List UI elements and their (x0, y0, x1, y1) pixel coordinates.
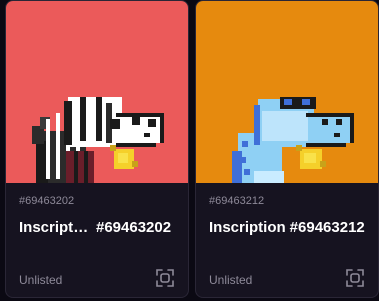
scan-icon (346, 269, 364, 287)
nft-image[interactable] (196, 1, 378, 183)
inscription-id: #69463212 (209, 195, 265, 207)
nft-image[interactable] (6, 1, 188, 183)
listing-status: Unlisted (209, 273, 253, 287)
inscription-id: #69463202 (19, 195, 75, 207)
nft-card[interactable]: #69463212 Inscription #69463212 Unlisted (195, 0, 379, 298)
title-prefix: Inscription (19, 219, 92, 236)
scan-button[interactable] (344, 267, 366, 289)
scan-icon (156, 269, 174, 287)
title-number: #69463202 (96, 219, 172, 236)
title-prefix: Inscription (209, 219, 286, 236)
card-title[interactable]: Inscription #69463212 (209, 219, 371, 236)
pixel-crocodile-art (6, 1, 188, 183)
pixel-crocodile-art (196, 1, 378, 183)
scan-button[interactable] (154, 267, 176, 289)
nft-card[interactable]: #69463202 Inscription #69463202 Unlisted (5, 0, 189, 298)
listing-status: Unlisted (19, 273, 63, 287)
title-number: #69463212 (289, 219, 365, 236)
card-title[interactable]: Inscription #69463202 (19, 219, 181, 236)
